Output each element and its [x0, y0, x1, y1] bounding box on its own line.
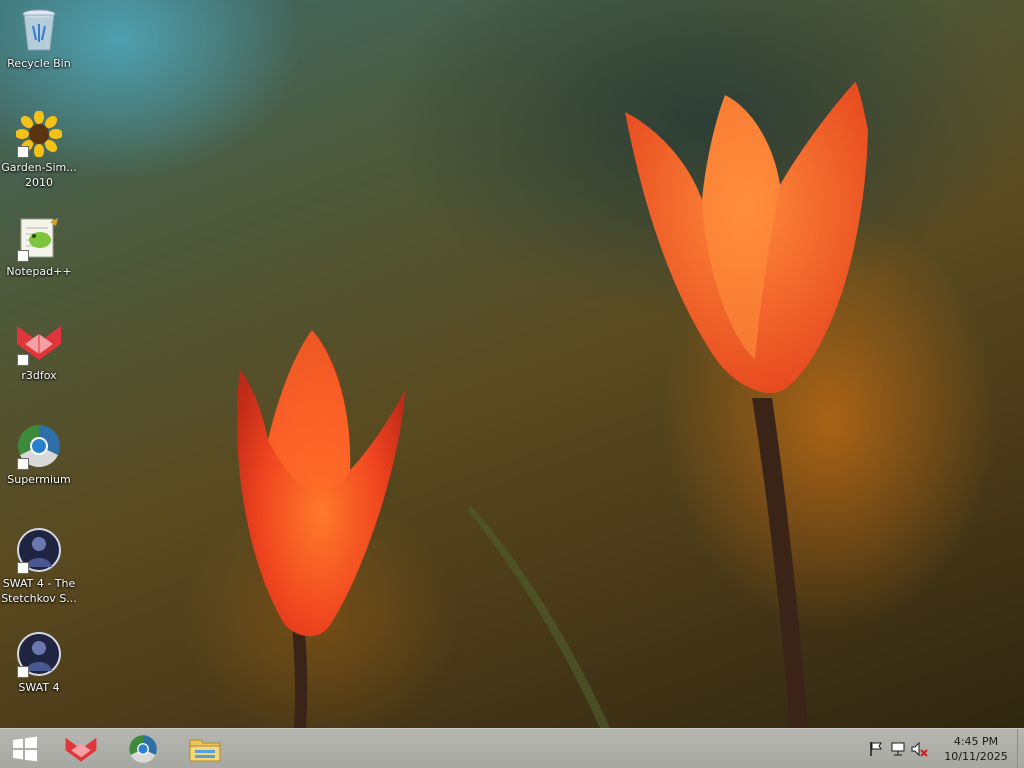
flag-icon[interactable]: [865, 739, 887, 759]
clock-time: 4:45 PM: [953, 735, 999, 748]
swat4-icon: [15, 526, 63, 574]
shortcut-arrow-icon: [17, 354, 29, 366]
supermium-icon: [129, 735, 157, 763]
wallpaper-tulips: [237, 82, 868, 728]
desktop-icon-recycle-bin[interactable]: Recycle Bin: [0, 6, 78, 71]
swat4-icon: [15, 630, 63, 678]
windows-logo-icon: [13, 736, 37, 762]
shortcut-arrow-icon: [17, 250, 29, 262]
desktop-icon-swat4[interactable]: SWAT 4: [0, 630, 78, 695]
shortcut-arrow-icon: [17, 666, 29, 678]
taskbar-pinned-r3dfox[interactable]: [54, 729, 108, 768]
shortcut-arrow-icon: [17, 146, 29, 158]
sunflower-icon: [15, 110, 63, 158]
folder-icon: [189, 739, 221, 762]
network-icon[interactable]: [887, 739, 909, 759]
desktop-icon-label: Supermium: [7, 473, 71, 486]
desktop-icon-r3dfox[interactable]: r3dfox: [0, 318, 78, 383]
desktop-icon-label: r3dfox: [21, 369, 57, 382]
show-desktop-button[interactable]: [1017, 729, 1024, 768]
desktop-icon-supermium[interactable]: Supermium: [0, 422, 78, 487]
system-tray: 4:45 PM 10/11/2025: [865, 729, 1024, 768]
r3dfox-icon: [15, 318, 63, 366]
taskbar: 4:45 PM 10/11/2025: [0, 728, 1024, 768]
desktop-icon-label: Garden-Sim... 2010: [1, 161, 77, 189]
start-button[interactable]: [0, 729, 50, 768]
notepad-plus-plus-icon: [15, 214, 63, 262]
shortcut-arrow-icon: [17, 562, 29, 574]
taskbar-pinned-file-explorer[interactable]: [178, 729, 232, 768]
recycle-bin-icon: [15, 6, 63, 54]
desktop-icon-garden-simulator[interactable]: Garden-Sim... 2010: [0, 110, 78, 190]
desktop-icon-label: Recycle Bin: [7, 57, 71, 70]
desktop-icon-label: SWAT 4: [18, 681, 60, 694]
clock[interactable]: 4:45 PM 10/11/2025: [937, 734, 1015, 764]
desktop-icon-notepad-plus-plus[interactable]: Notepad++: [0, 214, 78, 279]
taskbar-pinned-supermium[interactable]: [116, 729, 170, 768]
r3dfox-icon: [65, 737, 97, 762]
shortcut-arrow-icon: [17, 458, 29, 470]
desktop[interactable]: Recycle Bin Garden-Sim... 2010 Notepad++…: [0, 0, 1024, 768]
clock-date: 10/11/2025: [944, 750, 1008, 763]
desktop-icon-label: SWAT 4 - The Stetchkov S...: [1, 577, 77, 605]
desktop-icon-swat4-stetchkov[interactable]: SWAT 4 - The Stetchkov S...: [0, 526, 78, 606]
supermium-icon: [15, 422, 63, 470]
volume-muted-icon[interactable]: [909, 739, 931, 759]
desktop-icon-label: Notepad++: [6, 265, 72, 278]
